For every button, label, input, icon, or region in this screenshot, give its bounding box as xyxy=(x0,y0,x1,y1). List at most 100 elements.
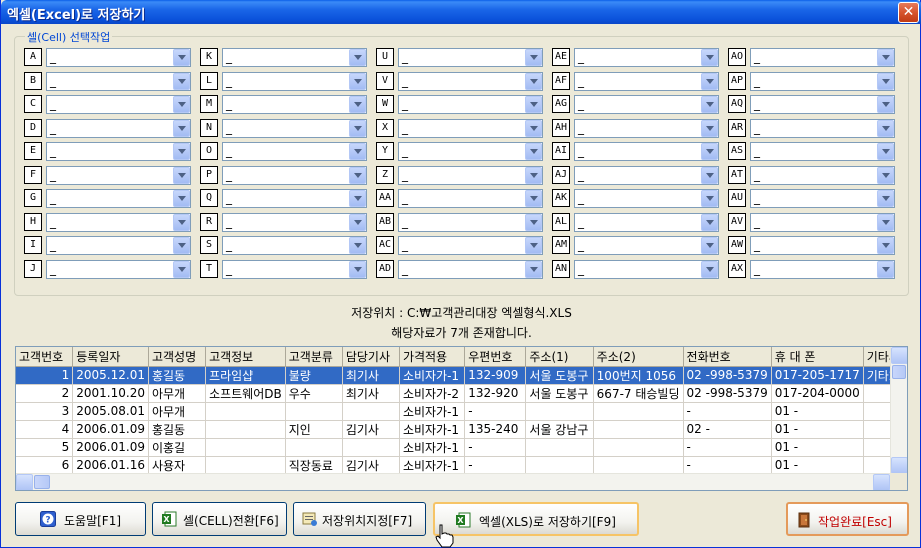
chevron-down-icon[interactable] xyxy=(701,190,718,207)
chevron-down-icon[interactable] xyxy=(701,96,718,113)
chevron-down-icon[interactable] xyxy=(349,73,366,90)
chevron-down-icon[interactable] xyxy=(701,261,718,278)
cell-field-dropdown[interactable]: _ xyxy=(750,72,895,91)
chevron-down-icon[interactable] xyxy=(525,49,542,66)
cell-field-dropdown[interactable]: _ xyxy=(750,236,895,255)
chevron-down-icon[interactable] xyxy=(877,49,894,66)
chevron-down-icon[interactable] xyxy=(349,214,366,231)
cell-field-dropdown[interactable]: _ xyxy=(222,213,367,232)
column-header[interactable]: 우편번호 xyxy=(464,347,527,367)
table-row[interactable]: 1 2005.12.01 홍길동 프라임샵 불량 최기사 소비자가-1 132-909 서울 도… xyxy=(16,366,907,385)
cell-field-dropdown[interactable]: _ xyxy=(398,260,543,279)
column-header[interactable]: 휴 대 폰 xyxy=(771,347,864,367)
cell-field-dropdown[interactable]: _ xyxy=(46,48,191,67)
chevron-down-icon[interactable] xyxy=(877,261,894,278)
chevron-down-icon[interactable] xyxy=(701,143,718,160)
cell-field-dropdown[interactable]: _ xyxy=(574,236,719,255)
cell-field-dropdown[interactable]: _ xyxy=(46,166,191,185)
cell-convert-button[interactable]: X 셀(CELL)전환[F6] xyxy=(152,502,287,536)
cell-field-dropdown[interactable]: _ xyxy=(222,48,367,67)
column-header[interactable]: 주소(2) xyxy=(593,347,684,367)
cell-field-dropdown[interactable]: _ xyxy=(750,189,895,208)
chevron-down-icon[interactable] xyxy=(525,120,542,137)
cell-field-dropdown[interactable]: _ xyxy=(750,142,895,161)
chevron-down-icon[interactable] xyxy=(525,237,542,254)
table-row[interactable]: 2 2001.10.20 아무개 소프트웨어DB 우수 최기사 소비자가-2 132-920 서… xyxy=(16,384,907,403)
cell-field-dropdown[interactable]: _ xyxy=(398,166,543,185)
chevron-down-icon[interactable] xyxy=(173,214,190,231)
table-row[interactable]: 3 2005.08.01 아무개 소비자가-1 - -01 - xyxy=(16,402,907,421)
column-header[interactable]: 전화번호 xyxy=(683,347,772,367)
chevron-down-icon[interactable] xyxy=(173,49,190,66)
cell-field-dropdown[interactable]: _ xyxy=(222,189,367,208)
cell-field-dropdown[interactable]: _ xyxy=(574,166,719,185)
cell-field-dropdown[interactable]: _ xyxy=(750,119,895,138)
cell-field-dropdown[interactable]: _ xyxy=(574,189,719,208)
cell-field-dropdown[interactable]: _ xyxy=(46,95,191,114)
chevron-down-icon[interactable] xyxy=(701,214,718,231)
chevron-down-icon[interactable] xyxy=(173,120,190,137)
set-save-location-button[interactable]: 저장위치지정[F7] xyxy=(293,502,426,536)
cell-field-dropdown[interactable]: _ xyxy=(750,260,895,279)
save-xls-button[interactable]: X 엑셀(XLS)로 저장하기[F9] xyxy=(433,502,639,536)
cell-field-dropdown[interactable]: _ xyxy=(46,189,191,208)
chevron-down-icon[interactable] xyxy=(525,96,542,113)
cell-field-dropdown[interactable]: _ xyxy=(574,95,719,114)
chevron-down-icon[interactable] xyxy=(349,143,366,160)
cell-field-dropdown[interactable]: _ xyxy=(398,72,543,91)
cell-field-dropdown[interactable]: _ xyxy=(222,260,367,279)
chevron-down-icon[interactable] xyxy=(349,120,366,137)
help-button[interactable]: ? 도움말[F1] xyxy=(15,502,146,536)
cell-field-dropdown[interactable]: _ xyxy=(222,119,367,138)
chevron-down-icon[interactable] xyxy=(349,49,366,66)
chevron-down-icon[interactable] xyxy=(701,73,718,90)
chevron-down-icon[interactable] xyxy=(173,73,190,90)
column-header[interactable]: 고객번호 xyxy=(16,347,74,367)
chevron-down-icon[interactable] xyxy=(877,167,894,184)
cell-field-dropdown[interactable]: _ xyxy=(574,72,719,91)
cell-field-dropdown[interactable]: _ xyxy=(398,189,543,208)
cell-field-dropdown[interactable]: _ xyxy=(574,213,719,232)
cell-field-dropdown[interactable]: _ xyxy=(46,72,191,91)
title-bar[interactable]: 엑셀(Excel)로 저장하기 ✕ xyxy=(1,0,921,24)
chevron-down-icon[interactable] xyxy=(173,261,190,278)
cell-field-dropdown[interactable]: _ xyxy=(574,260,719,279)
chevron-down-icon[interactable] xyxy=(877,237,894,254)
chevron-down-icon[interactable] xyxy=(349,190,366,207)
cell-field-dropdown[interactable]: _ xyxy=(574,119,719,138)
chevron-down-icon[interactable] xyxy=(877,143,894,160)
chevron-down-icon[interactable] xyxy=(877,190,894,207)
table-row[interactable]: 5 2006.01.09 이홍길 소비자가-1 - -01 - xyxy=(16,438,907,457)
cell-field-dropdown[interactable]: _ xyxy=(46,213,191,232)
horizontal-scroll-thumb[interactable] xyxy=(34,475,50,489)
column-header[interactable]: 고객분류 xyxy=(285,347,343,367)
cell-field-dropdown[interactable]: _ xyxy=(574,48,719,67)
chevron-down-icon[interactable] xyxy=(525,214,542,231)
table-row[interactable]: 4 2006.01.09 홍길동 지인 김기사 소비자가-1 135-240 서울 강남구 02… xyxy=(16,420,907,439)
cell-field-dropdown[interactable]: _ xyxy=(750,213,895,232)
cell-field-dropdown[interactable]: _ xyxy=(222,142,367,161)
chevron-down-icon[interactable] xyxy=(349,237,366,254)
cell-field-dropdown[interactable]: _ xyxy=(398,236,543,255)
chevron-down-icon[interactable] xyxy=(701,167,718,184)
scroll-right-arrow-icon[interactable] xyxy=(873,474,890,490)
chevron-down-icon[interactable] xyxy=(349,261,366,278)
chevron-down-icon[interactable] xyxy=(525,143,542,160)
cell-field-dropdown[interactable]: _ xyxy=(46,119,191,138)
chevron-down-icon[interactable] xyxy=(525,73,542,90)
cell-field-dropdown[interactable]: _ xyxy=(222,166,367,185)
cell-field-dropdown[interactable]: _ xyxy=(750,95,895,114)
cell-field-dropdown[interactable]: _ xyxy=(398,95,543,114)
chevron-down-icon[interactable] xyxy=(173,96,190,113)
column-header[interactable]: 고객성명 xyxy=(148,347,207,367)
scroll-left-arrow-icon[interactable] xyxy=(16,474,33,490)
chevron-down-icon[interactable] xyxy=(701,49,718,66)
chevron-down-icon[interactable] xyxy=(349,96,366,113)
chevron-down-icon[interactable] xyxy=(173,143,190,160)
chevron-down-icon[interactable] xyxy=(877,96,894,113)
cell-field-dropdown[interactable]: _ xyxy=(222,95,367,114)
cell-field-dropdown[interactable]: _ xyxy=(222,72,367,91)
cell-field-dropdown[interactable]: _ xyxy=(750,166,895,185)
cell-field-dropdown[interactable]: _ xyxy=(398,142,543,161)
cell-field-dropdown[interactable]: _ xyxy=(222,236,367,255)
